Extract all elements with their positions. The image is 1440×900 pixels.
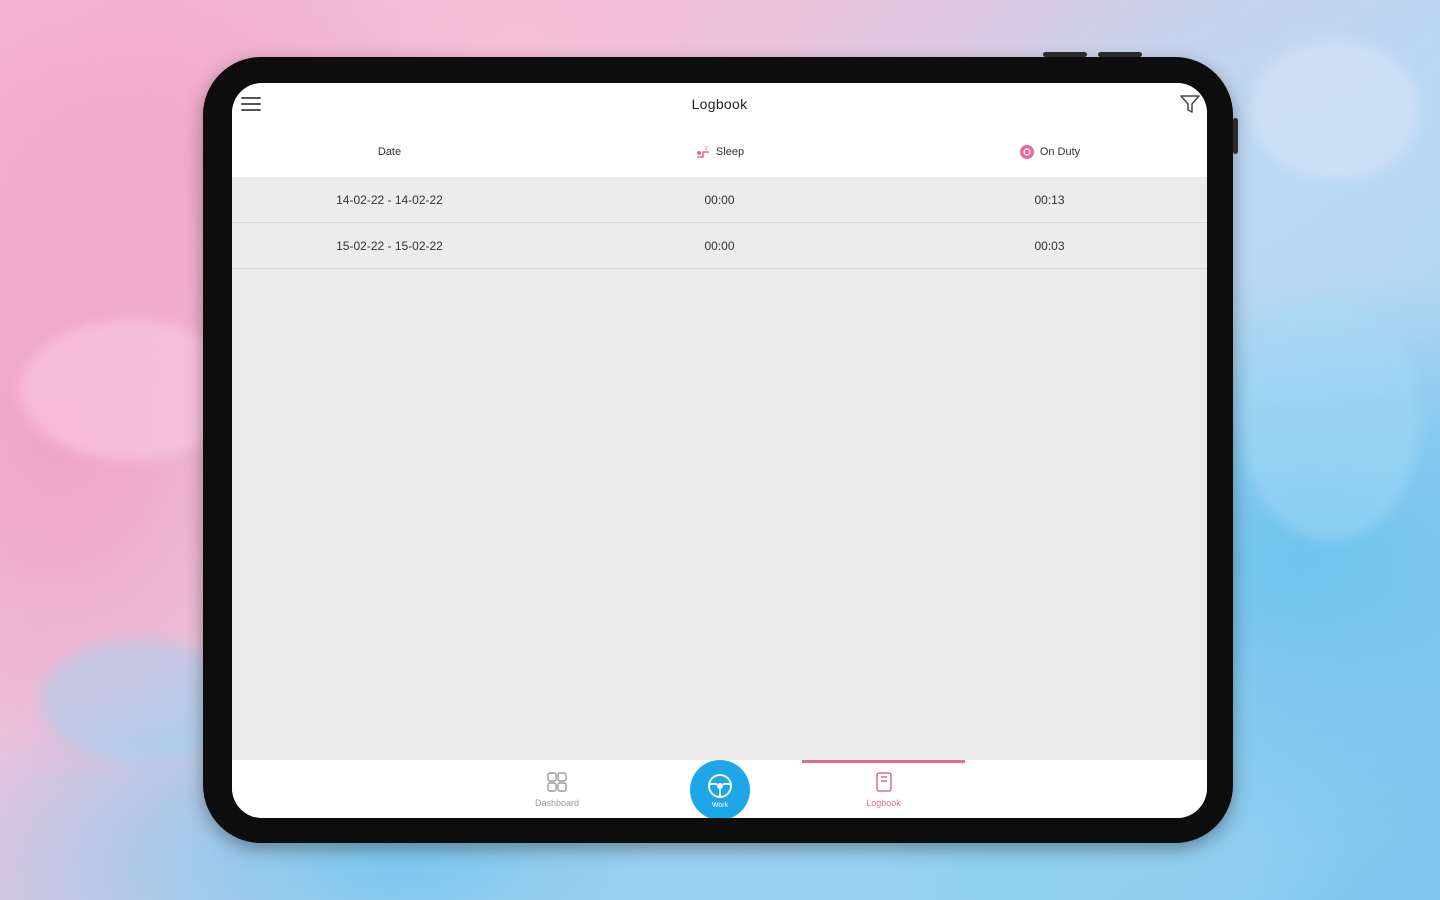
tablet-side-button xyxy=(1233,118,1238,154)
top-app-bar: Logbook xyxy=(232,83,1207,127)
column-header-sleep: z Sleep xyxy=(547,127,892,177)
background-swirl xyxy=(1250,40,1420,180)
app-screen: Logbook Date z Sleep On Duty 14-02-22 - … xyxy=(232,83,1207,818)
sleep-icon: z xyxy=(695,145,711,159)
date-cell: 14-02-22 - 14-02-22 xyxy=(336,192,443,207)
column-header-date: Date xyxy=(232,127,547,177)
column-header-label: Sleep xyxy=(715,146,745,158)
on-duty-cell: 00:03 xyxy=(1034,238,1065,253)
page-title: Logbook xyxy=(691,96,748,112)
logbook-icon xyxy=(874,771,894,795)
table-header: Date z Sleep On Duty xyxy=(232,127,1207,177)
date-cell: 15-02-22 - 15-02-22 xyxy=(336,238,443,253)
tab-label: Dashboard xyxy=(534,797,580,808)
tab-logbook[interactable]: Logbook xyxy=(832,760,935,818)
filter-icon[interactable] xyxy=(1179,93,1201,115)
bottom-navigation: Dashboard Work Logbook xyxy=(232,760,1207,818)
steering-wheel-icon xyxy=(706,772,734,802)
logbook-table-body: 14-02-22 - 14-02-22 00:00 00:13 15-02-22… xyxy=(232,177,1207,269)
table-row[interactable]: 14-02-22 - 14-02-22 00:00 00:13 xyxy=(232,177,1207,223)
on-duty-cell: 00:13 xyxy=(1034,192,1065,207)
tab-dashboard[interactable]: Dashboard xyxy=(502,760,612,818)
work-fab-button[interactable]: Work xyxy=(690,760,750,818)
column-header-on-duty: On Duty xyxy=(892,127,1207,177)
tab-label: Logbook xyxy=(866,797,901,808)
tablet-side-button xyxy=(1098,52,1142,57)
sleep-cell: 00:00 xyxy=(704,192,735,207)
column-header-label: On Duty xyxy=(1039,146,1081,158)
sleep-cell: 00:00 xyxy=(704,238,735,253)
table-row[interactable]: 15-02-22 - 15-02-22 00:00 00:03 xyxy=(232,223,1207,269)
background-swirl xyxy=(1240,300,1420,540)
column-header-label: Date xyxy=(377,146,402,158)
svg-text:z: z xyxy=(705,146,708,152)
dashboard-icon xyxy=(546,771,568,795)
tablet-side-button xyxy=(1043,52,1087,57)
fab-label: Work xyxy=(711,801,729,809)
on-duty-icon xyxy=(1019,144,1035,160)
